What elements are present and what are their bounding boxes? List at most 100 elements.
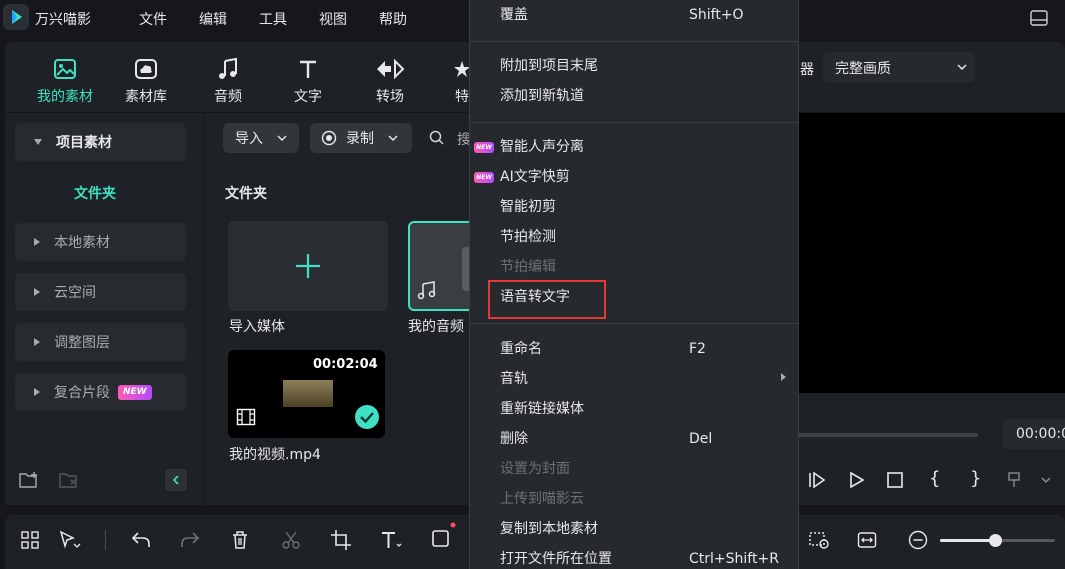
tab-my-media-label: 我的素材 [37, 89, 93, 105]
tab-text[interactable]: 文字 [273, 42, 343, 108]
menu-item-ai-text-edit[interactable]: AI文字快剪 [500, 162, 570, 192]
sidebar-item-folder[interactable]: 文件夹 [74, 183, 116, 203]
video-card[interactable]: 00:02:04 [228, 350, 385, 438]
film-icon [236, 408, 256, 426]
menu-item-smart-cut[interactable]: 智能初剪 [500, 192, 556, 222]
tab-my-media[interactable]: 我的素材 [30, 42, 100, 108]
new-badge: NEW [118, 384, 152, 400]
menu-item-add-to-new-track[interactable]: 添加到新轨道 [500, 81, 584, 111]
media-panel: 导入 录制 搜 文件夹 导入媒体 我的音频 00:02:04 我的视频.mp4 [205, 113, 478, 505]
crop-icon[interactable] [330, 529, 352, 551]
record-button[interactable]: 录制 [310, 123, 412, 153]
video-name: 我的视频.mp4 [229, 447, 321, 463]
tab-audio[interactable]: 音频 [193, 42, 263, 108]
menu-help[interactable]: 帮助 [379, 9, 407, 29]
redo-icon[interactable] [180, 531, 200, 549]
menu-item-rename[interactable]: 重命名 [500, 334, 542, 364]
tab-transition[interactable]: 转场 [355, 42, 425, 108]
undo-icon[interactable] [131, 531, 151, 549]
menu-item-audio-track[interactable]: 音轨 [500, 364, 528, 394]
collapse-panel-button[interactable] [165, 469, 187, 491]
record-button-label: 录制 [346, 131, 374, 147]
menu-item-beat-detection[interactable]: 节拍检测 [500, 222, 556, 252]
new-folder-icon[interactable] [19, 471, 39, 489]
menu-item-open-file-location[interactable]: 打开文件所在位置 [500, 544, 612, 569]
grid-layout-icon[interactable] [20, 530, 40, 550]
music-note-icon [417, 281, 436, 300]
remove-folder-icon[interactable] [59, 471, 79, 489]
play-icon[interactable] [848, 471, 866, 489]
left-sidebar: 项目素材 文件夹 本地素材 云空间 调整图层 复合片段 NEW [5, 113, 204, 505]
context-menu: 覆盖 Shift+O 附加到项目末尾 添加到新轨道 NEW 智能人声分离 NEW… [469, 0, 799, 569]
progress-track[interactable] [798, 433, 978, 437]
tab-transition-label: 转场 [376, 89, 404, 105]
zoom-slider-track[interactable] [940, 534, 1055, 547]
preview-partial-label: 器 [800, 62, 814, 78]
menu-separator [470, 122, 798, 123]
menu-item-set-as-cover: 设置为封面 [500, 461, 570, 477]
timecode-box: 00:00:0 [1002, 419, 1065, 449]
sidebar-item-compound-clip[interactable]: 复合片段 NEW [15, 373, 186, 411]
zoom-slider-handle[interactable] [989, 534, 1002, 547]
shortcut-overwrite: Shift+O [689, 7, 744, 23]
menu-separator [470, 41, 798, 42]
new-tag: NEW [474, 172, 494, 183]
select-tool-icon[interactable] [59, 530, 81, 550]
import-media-card[interactable] [228, 221, 388, 311]
triangle-right-icon [34, 388, 40, 396]
menu-view[interactable]: 视图 [319, 9, 347, 29]
stop-icon[interactable] [887, 472, 903, 488]
preview-timecode: 00:00:0 [1016, 426, 1065, 442]
text-tool-icon[interactable] [380, 530, 404, 550]
import-button[interactable]: 导入 [223, 123, 299, 153]
menu-item-copy-to-local[interactable]: 复制到本地素材 [500, 514, 598, 544]
snapshot-icon[interactable] [1007, 471, 1025, 489]
chevron-left-icon [172, 475, 179, 485]
zoom-slider-fill [940, 539, 995, 542]
delete-icon[interactable] [231, 530, 249, 550]
menu-item-overwrite[interactable]: 覆盖 [500, 0, 528, 30]
auto-reframe-icon[interactable] [808, 529, 832, 551]
mark-in-icon[interactable]: { [929, 468, 940, 489]
menu-item-relink-media[interactable]: 重新链接媒体 [500, 394, 584, 424]
video-thumbnail [283, 380, 333, 407]
sidebar-item-label: 云空间 [54, 285, 96, 301]
next-frame-icon[interactable] [808, 471, 826, 489]
chevron-down-icon[interactable] [1041, 477, 1051, 484]
zoom-out-icon[interactable] [908, 530, 928, 550]
chevron-down-icon [277, 134, 287, 141]
tab-text-label: 文字 [294, 89, 322, 105]
search-icon[interactable] [429, 130, 445, 146]
record-icon [321, 130, 337, 146]
menu-item-append-to-end[interactable]: 附加到项目末尾 [500, 51, 598, 81]
shortcut-open-file-location: Ctrl+Shift+R [689, 551, 779, 567]
chevron-down-icon [388, 134, 398, 141]
layout-icon[interactable] [1030, 10, 1048, 26]
my-audio-card[interactable] [408, 221, 478, 311]
menu-item-speech-to-text[interactable]: 语音转文字 [500, 282, 570, 312]
menu-edit[interactable]: 编辑 [199, 9, 227, 29]
sidebar-item-cloud[interactable]: 云空间 [15, 273, 186, 311]
quality-select[interactable]: 完整画质 [823, 52, 975, 82]
music-note-icon [217, 56, 239, 82]
tab-library-label: 素材库 [125, 89, 167, 105]
shape-tool-icon[interactable] [431, 521, 457, 551]
triangle-right-icon [34, 238, 40, 246]
transition-icon [375, 56, 405, 82]
cloud-library-icon [134, 56, 158, 82]
mark-out-icon[interactable]: } [970, 468, 981, 489]
menu-item-ai-vocal-separation[interactable]: 智能人声分离 [500, 132, 584, 162]
sidebar-item-adjustment-layer[interactable]: 调整图层 [15, 323, 186, 361]
menu-tools[interactable]: 工具 [259, 9, 287, 29]
sidebar-item-project-media[interactable]: 项目素材 [15, 123, 186, 161]
sidebar-item-local-media[interactable]: 本地素材 [15, 223, 186, 261]
menu-item-delete[interactable]: 删除 [500, 424, 528, 454]
scissors-icon[interactable] [281, 530, 301, 550]
triangle-right-icon [34, 338, 40, 346]
fit-timeline-icon[interactable] [857, 530, 877, 550]
menu-file[interactable]: 文件 [139, 9, 167, 29]
shortcut-rename: F2 [689, 341, 706, 357]
menu-separator [470, 323, 798, 324]
tab-library[interactable]: 素材库 [111, 42, 181, 108]
import-button-label: 导入 [235, 131, 263, 147]
